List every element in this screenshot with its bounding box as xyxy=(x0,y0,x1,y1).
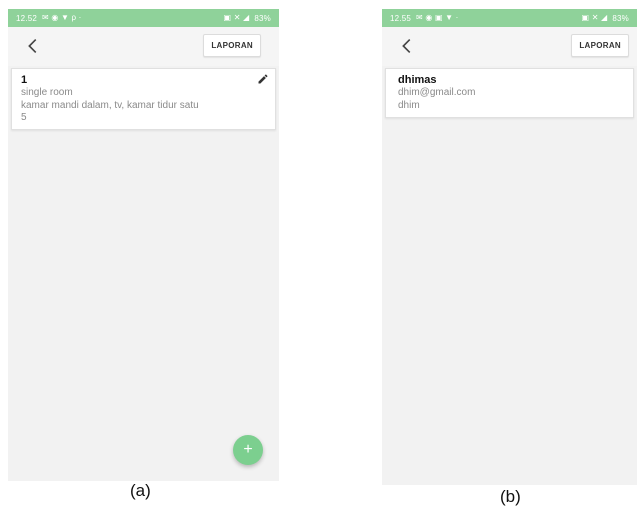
battery-level: 83% xyxy=(612,13,629,23)
back-arrow-icon[interactable] xyxy=(396,35,418,57)
room-type: single room xyxy=(21,87,73,98)
screen-b: 12.55 ✉ ◉ ▣ ▼ · ▣ ✕ ◢ 83% LAPORAN dhimas… xyxy=(382,9,637,485)
back-arrow-icon[interactable] xyxy=(22,35,44,57)
caption-b: (b) xyxy=(500,487,521,506)
user-name: dhimas xyxy=(398,74,437,86)
pencil-icon[interactable] xyxy=(257,73,269,85)
room-quantity: 5 xyxy=(21,112,27,123)
app-bar: LAPORAN xyxy=(8,27,279,66)
user-email: dhim@gmail.com xyxy=(398,87,476,98)
add-fab-button[interactable]: + xyxy=(233,435,263,465)
user-username: dhim xyxy=(398,99,420,111)
laporan-button[interactable]: LAPORAN xyxy=(571,34,629,57)
status-bar: 12.52 ✉ ◉ ▼ ρ · ▣ ✕ ◢ 83% xyxy=(8,9,279,27)
user-card[interactable]: dhimas dhim@gmail.com dhim xyxy=(385,68,634,118)
status-time: 12.52 xyxy=(16,13,38,23)
room-number: 1 xyxy=(21,74,28,86)
room-card[interactable]: 1 single room kamar mandi dalam, tv, kam… xyxy=(11,68,276,130)
status-time: 12.55 xyxy=(390,13,412,23)
caption-a: (a) xyxy=(130,481,151,500)
notification-icons: ✉ ◉ ▣ ▼ · xyxy=(416,13,459,22)
battery-level: 83% xyxy=(254,13,271,23)
room-facilities: kamar mandi dalam, tv, kamar tidur satu xyxy=(21,99,199,111)
laporan-button[interactable]: LAPORAN xyxy=(203,34,261,57)
system-icons: ▣ ✕ ◢ xyxy=(223,13,250,22)
status-bar: 12.55 ✉ ◉ ▣ ▼ · ▣ ✕ ◢ 83% xyxy=(382,9,637,27)
system-icons: ▣ ✕ ◢ xyxy=(581,13,608,22)
screen-a: 12.52 ✉ ◉ ▼ ρ · ▣ ✕ ◢ 83% LAPORAN 1 sing… xyxy=(8,9,279,481)
app-bar: LAPORAN xyxy=(382,27,637,66)
notification-icons: ✉ ◉ ▼ ρ · xyxy=(42,13,82,22)
